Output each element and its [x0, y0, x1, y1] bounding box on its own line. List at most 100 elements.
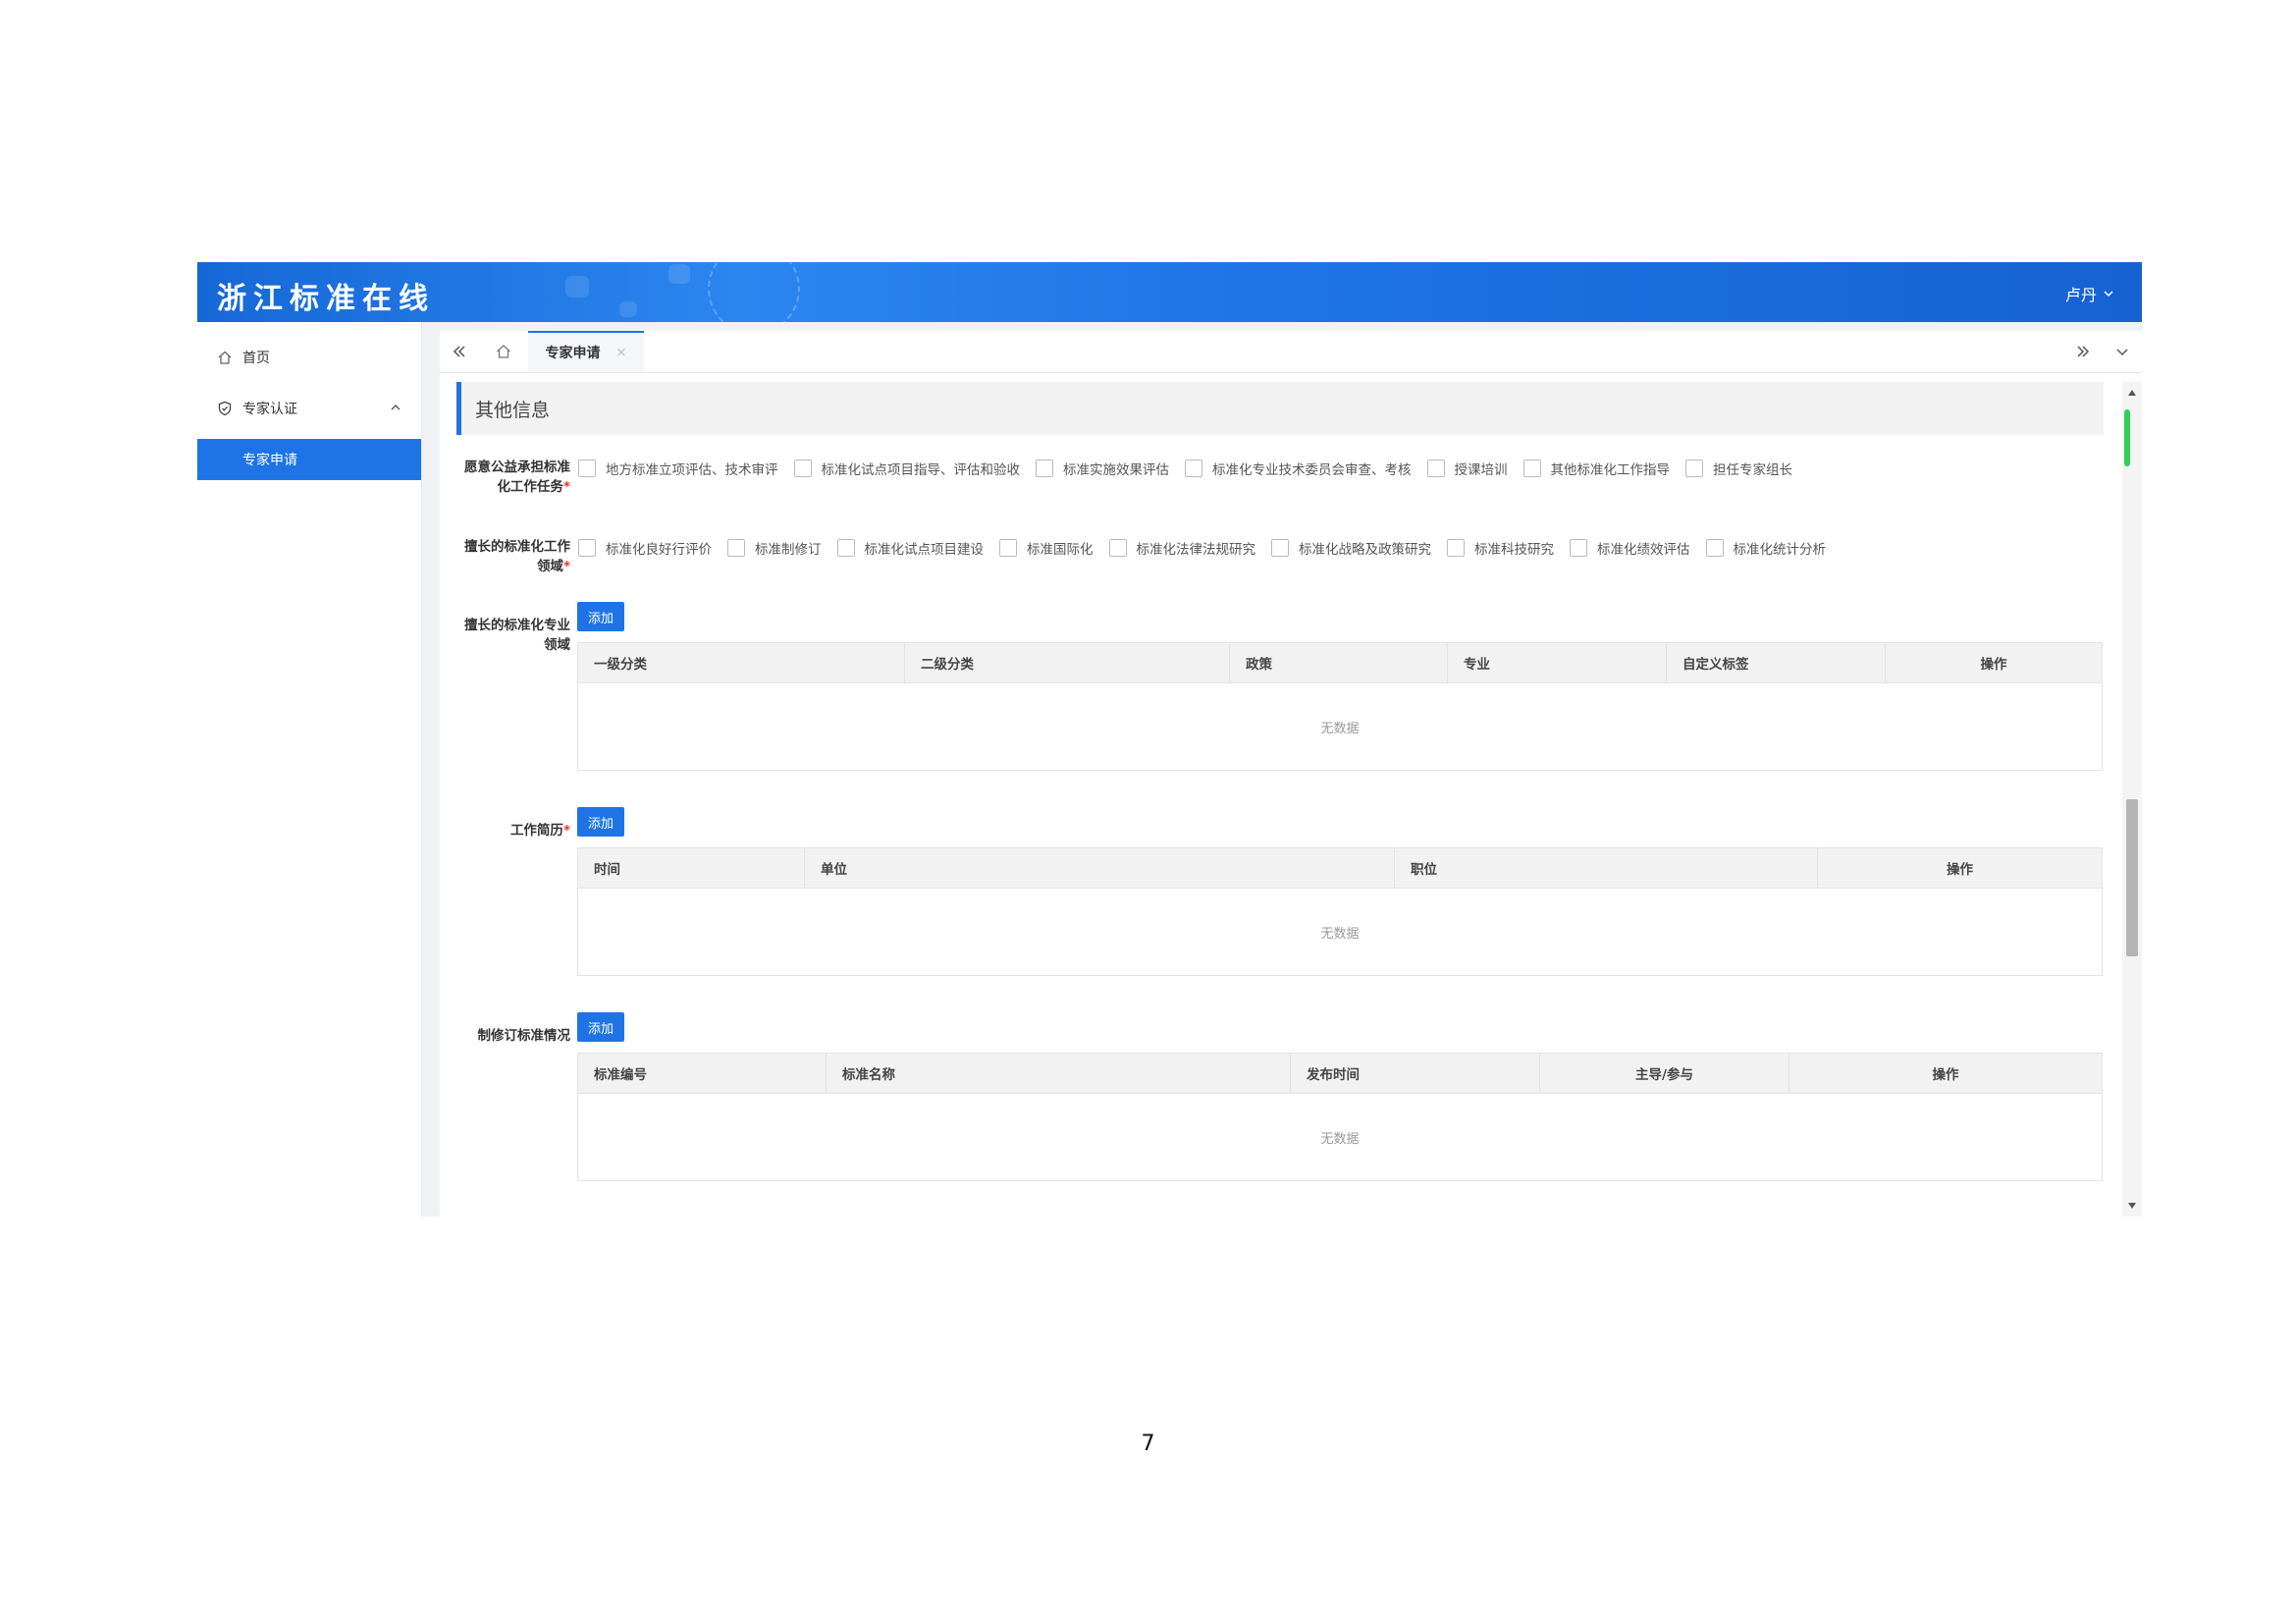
- app-window: 浙江标准在线 卢丹 首页 专家认证 专家申请 专家申请 × 其他信息 愿意公益承…: [197, 262, 2142, 1217]
- resume-table: 时间 单位 职位 操作 无数据: [577, 847, 2103, 976]
- checkbox-label: 授课培训: [1454, 462, 1508, 478]
- specialty-table: 一级分类 二级分类 政策 专业 自定义标签 操作 无数据: [577, 642, 2103, 771]
- column-header[interactable]: 自定义标签: [1667, 643, 1886, 682]
- sidebar-item-expert-apply[interactable]: 专家申请: [197, 439, 421, 480]
- sidebar-item-expert-cert[interactable]: 专家认证: [197, 388, 421, 429]
- checkbox[interactable]: [1522, 460, 1541, 477]
- checkbox-option[interactable]: 其他标准化工作指导: [1522, 459, 1670, 478]
- checkbox-label: 标准科技研究: [1474, 542, 1554, 558]
- standards-table: 标准编号 标准名称 发布时间 主导/参与 操作 无数据: [577, 1053, 2103, 1181]
- scroll-up-arrow-icon[interactable]: [2128, 390, 2136, 396]
- column-header[interactable]: 政策: [1230, 643, 1448, 682]
- checkbox[interactable]: [1108, 539, 1127, 557]
- add-standard-button[interactable]: 添加: [577, 1012, 624, 1042]
- scrollbar-thumb[interactable]: [2126, 799, 2138, 956]
- checkbox-option[interactable]: 授课培训: [1426, 459, 1508, 478]
- column-header[interactable]: 专业: [1448, 643, 1667, 682]
- column-header[interactable]: 操作: [1818, 848, 2102, 888]
- checkbox[interactable]: [836, 539, 855, 557]
- checkbox-option[interactable]: 地方标准立项评估、技术审评: [578, 459, 778, 478]
- sidebar: 首页 专家认证 专家申请: [197, 322, 422, 1217]
- empty-text: 无数据: [1320, 926, 1360, 942]
- checkbox-option[interactable]: 标准化绩效评估: [1570, 538, 1690, 558]
- checkbox[interactable]: [578, 539, 596, 557]
- tab-scroll-left-button[interactable]: [440, 331, 479, 372]
- empty-text: 无数据: [1320, 1131, 1360, 1147]
- column-header[interactable]: 二级分类: [905, 643, 1230, 682]
- vertical-scrollbar[interactable]: [2122, 382, 2142, 1217]
- checkbox-label: 标准化战略及政策研究: [1299, 542, 1431, 558]
- tab-menu-button[interactable]: [2103, 331, 2142, 372]
- column-header[interactable]: 一级分类: [578, 643, 905, 682]
- checkbox-option[interactable]: 标准化法律法规研究: [1108, 538, 1256, 558]
- sidebar-item-home[interactable]: 首页: [197, 337, 421, 378]
- checkbox-label: 标准化专业技术委员会审查、考核: [1212, 462, 1412, 478]
- section-header: 其他信息: [456, 382, 2104, 435]
- column-header[interactable]: 单位: [805, 848, 1395, 888]
- checkbox[interactable]: [999, 539, 1017, 557]
- checkbox-option[interactable]: 标准科技研究: [1447, 538, 1554, 558]
- column-header[interactable]: 操作: [1789, 1054, 2102, 1093]
- checkbox-label: 标准制修订: [755, 542, 822, 558]
- checkbox-option[interactable]: 标准化试点项目建设: [836, 538, 985, 558]
- checkbox-option[interactable]: 担任专家组长: [1685, 459, 1792, 478]
- checkbox-label: 标准化良好行评价: [606, 542, 712, 558]
- column-header[interactable]: 时间: [578, 848, 805, 888]
- column-header[interactable]: 标准编号: [578, 1054, 827, 1093]
- checkbox-option[interactable]: 标准化战略及政策研究: [1271, 538, 1431, 558]
- empty-text: 无数据: [1320, 721, 1360, 736]
- checkbox-label: 标准化统计分析: [1733, 542, 1827, 558]
- chevron-down-icon: [2116, 349, 2128, 356]
- checkbox[interactable]: [727, 539, 745, 557]
- checkbox[interactable]: [1271, 539, 1289, 557]
- column-header[interactable]: 职位: [1395, 848, 1818, 888]
- checkbox-label: 地方标准立项评估、技术审评: [606, 462, 778, 478]
- checkbox-option[interactable]: 标准国际化: [999, 538, 1094, 558]
- site-logo[interactable]: 浙江标准在线: [217, 274, 435, 317]
- checkbox-option[interactable]: 标准化统计分析: [1705, 538, 1827, 558]
- home-tab-button[interactable]: [484, 331, 523, 372]
- header-decoration: [565, 276, 589, 298]
- checkbox-option[interactable]: 标准化专业技术委员会审查、考核: [1185, 459, 1412, 478]
- column-header[interactable]: 标准名称: [827, 1054, 1291, 1093]
- checkbox-option[interactable]: 标准化良好行评价: [578, 538, 712, 558]
- add-specialty-button[interactable]: 添加: [577, 602, 624, 631]
- side-indicator: [2124, 409, 2130, 466]
- scroll-down-arrow-icon[interactable]: [2128, 1203, 2136, 1209]
- checkbox-label: 标准实施效果评估: [1063, 462, 1169, 478]
- sidebar-item-label: 专家认证: [242, 402, 297, 417]
- checkbox-option[interactable]: 标准制修订: [727, 538, 822, 558]
- tab-expert-apply[interactable]: 专家申请 ×: [528, 331, 644, 372]
- table-header: 一级分类 二级分类 政策 专业 自定义标签 操作: [578, 643, 2102, 683]
- checkbox[interactable]: [1685, 460, 1703, 477]
- checkbox[interactable]: [1426, 460, 1445, 477]
- add-resume-button[interactable]: 添加: [577, 807, 624, 837]
- checkbox[interactable]: [578, 460, 596, 477]
- column-header[interactable]: 操作: [1886, 643, 2102, 682]
- home-icon: [497, 345, 510, 358]
- close-icon[interactable]: ×: [616, 346, 627, 360]
- fields-checkbox-group: 标准化良好行评价 标准制修订 标准化试点项目建设 标准国际化 标准化法律法规研究 标准化战…: [578, 538, 1842, 558]
- checkbox[interactable]: [1705, 539, 1724, 557]
- checkbox[interactable]: [1447, 539, 1465, 557]
- checkbox-label: 标准化法律法规研究: [1136, 542, 1256, 558]
- checkbox-option[interactable]: 标准化试点项目指导、评估和验收: [793, 459, 1020, 478]
- tab-scroll-right-button[interactable]: [2063, 331, 2103, 372]
- checkbox-option[interactable]: 标准实施效果评估: [1036, 459, 1169, 478]
- standards-label: 制修订标准情况: [477, 1028, 571, 1044]
- main-panel: 专家申请 × 其他信息 愿意公益承担标准化工作任务* 地方标准立项评估、技术审评…: [440, 331, 2142, 1217]
- checkbox[interactable]: [1185, 460, 1202, 477]
- checkbox-label: 担任专家组长: [1713, 462, 1792, 478]
- user-name: 卢丹: [2064, 286, 2097, 304]
- checkbox-label: 标准化试点项目建设: [864, 542, 985, 558]
- table-header: 标准编号 标准名称 发布时间 主导/参与 操作: [578, 1054, 2102, 1094]
- shield-check-icon: [218, 401, 232, 416]
- chevron-up-icon: [391, 405, 400, 410]
- checkbox[interactable]: [1036, 460, 1053, 477]
- tab-label: 专家申请: [545, 346, 601, 361]
- checkbox[interactable]: [1570, 539, 1587, 557]
- user-menu[interactable]: 卢丹: [2065, 282, 2114, 305]
- checkbox[interactable]: [793, 460, 812, 477]
- column-header[interactable]: 发布时间: [1291, 1054, 1540, 1093]
- column-header[interactable]: 主导/参与: [1540, 1054, 1789, 1093]
